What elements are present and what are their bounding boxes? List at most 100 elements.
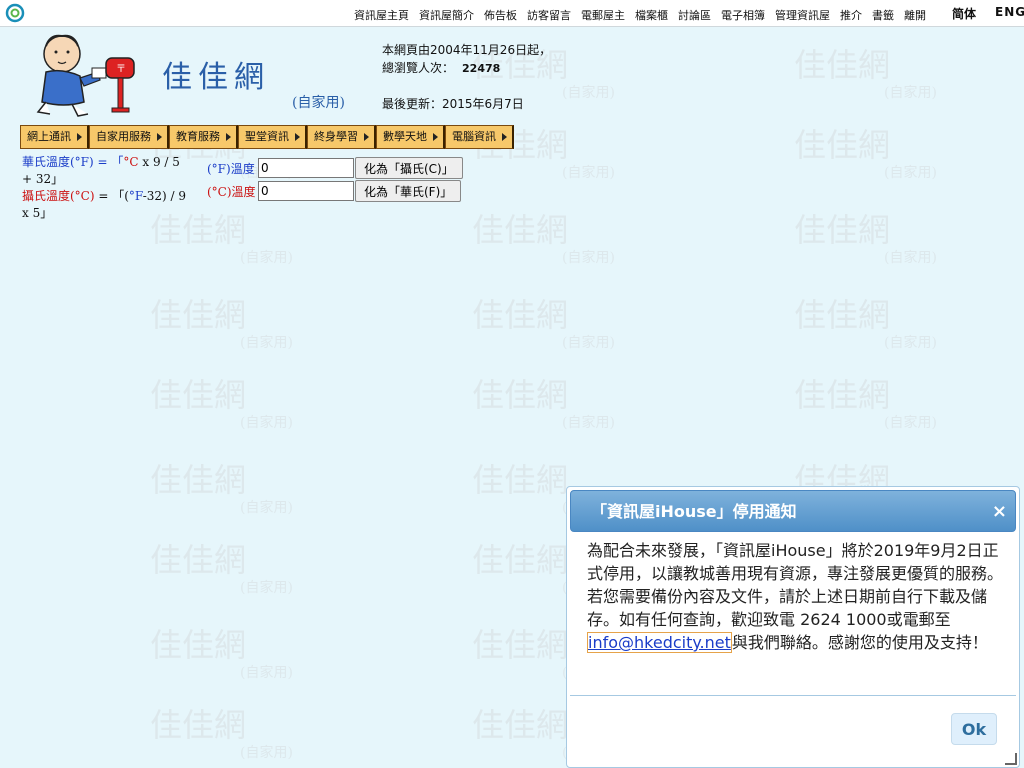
- top-bar: 資訊屋主頁 資訊屋簡介 佈告板 訪客留言 電郵屋主 檔案櫃 討論區 電子相簿 管…: [0, 0, 1024, 27]
- f-label-unit: (°F): [207, 162, 231, 176]
- watermark-logo: 佳佳網(自家用): [472, 370, 615, 432]
- fahrenheit-formula: 華氏溫度(°F) = 「°C x 9 / 5 + 32」: [22, 154, 192, 188]
- watermark-text: 佳佳網: [150, 296, 247, 334]
- watermark-logo: 佳佳網(自家用): [794, 205, 937, 267]
- watermark-logo: 佳佳網(自家用): [150, 455, 293, 517]
- c-formula-part-c: °F: [128, 189, 143, 203]
- watermark-sub: (自家用): [884, 250, 937, 266]
- watermark-text: 佳佳網: [150, 626, 247, 664]
- menu-item-computer[interactable]: 電腦資訊: [445, 125, 514, 149]
- celsius-input[interactable]: [258, 181, 354, 201]
- dialog-title: 「資訊屋iHouse」停用通知: [591, 502, 797, 521]
- since-text: 本網頁由2004年11月26日起，: [382, 43, 552, 57]
- to-fahrenheit-button[interactable]: 化為「華氏(F)」: [355, 180, 462, 202]
- f-formula-part-a: 華氏溫度(°F) = 「: [22, 155, 124, 169]
- top-link-email-owner[interactable]: 電郵屋主: [581, 7, 625, 23]
- top-links: 資訊屋主頁 資訊屋簡介 佈告板 訪客留言 電郵屋主 檔案櫃 討論區 電子相簿 管…: [354, 7, 926, 23]
- menu-item-lifelong-learning[interactable]: 終身學習: [307, 125, 376, 149]
- fahrenheit-label: (°F)溫度: [207, 160, 255, 177]
- watermark-logo: 佳佳網(自家用): [794, 40, 937, 102]
- watermark-sub: (自家用): [562, 335, 615, 351]
- watermark-text: 佳佳網: [472, 461, 569, 499]
- edcity-logo-icon[interactable]: [4, 3, 26, 23]
- svg-text:〒: 〒: [116, 64, 126, 75]
- visits-label: 總瀏覽人次：: [382, 61, 455, 75]
- watermark-sub: (自家用): [240, 580, 293, 596]
- celsius-formula: 攝氏溫度(°C) = 「(°F-32) / 9 x 5」: [22, 188, 192, 222]
- watermark-sub: (自家用): [884, 165, 937, 181]
- watermark-logo: 佳佳網(自家用): [150, 535, 293, 597]
- fahrenheit-input[interactable]: [258, 158, 354, 178]
- top-link-home[interactable]: 資訊屋主頁: [354, 7, 409, 23]
- watermark-logo: 佳佳網(自家用): [472, 205, 615, 267]
- c-label-unit: (°C): [207, 185, 232, 199]
- top-link-bulletin[interactable]: 佈告板: [484, 7, 517, 23]
- main-menu: 網上通訊 自家用服務 教育服務 聖堂資訊 終身學習 數學天地 電腦資訊: [20, 125, 514, 149]
- watermark-text: 佳佳網: [150, 376, 247, 414]
- to-celsius-button[interactable]: 化為「攝氏(C)」: [355, 157, 463, 179]
- watermark-logo: 佳佳網(自家用): [150, 370, 293, 432]
- dialog-title-bar[interactable]: 「資訊屋iHouse」停用通知 ×: [570, 490, 1016, 532]
- c-label-text: 溫度: [231, 185, 256, 199]
- f-formula-part-b: °C: [123, 155, 139, 169]
- watermark-text: 佳佳網: [472, 706, 569, 744]
- watermark-logo: 佳佳網(自家用): [794, 120, 937, 182]
- top-link-recommend[interactable]: 推介: [840, 7, 862, 23]
- lang-english[interactable]: ENG: [995, 5, 1024, 19]
- watermark-text: 佳佳網: [794, 126, 891, 164]
- dialog-divider: [570, 695, 1016, 696]
- watermark-logo: 佳佳網(自家用): [150, 620, 293, 682]
- watermark-logo: 佳佳網(自家用): [794, 370, 937, 432]
- menu-item-online-comm[interactable]: 網上通訊: [20, 125, 89, 149]
- last-updated: 最後更新：2015年6月7日: [382, 97, 524, 111]
- watermark-logo: 佳佳網(自家用): [150, 700, 293, 762]
- menu-item-education[interactable]: 教育服務: [169, 125, 238, 149]
- watermark-text: 佳佳網: [472, 626, 569, 664]
- watermark-text: 佳佳網: [472, 541, 569, 579]
- resize-handle-icon[interactable]: [1005, 753, 1017, 765]
- top-link-forum[interactable]: 討論區: [678, 7, 711, 23]
- watermark-text: 佳佳網: [150, 461, 247, 499]
- watermark-text: 佳佳網: [794, 376, 891, 414]
- close-icon[interactable]: ×: [992, 491, 1007, 533]
- site-logo-text: 佳佳網: [162, 60, 270, 95]
- watermark-sub: (自家用): [884, 85, 937, 101]
- watermark-text: 佳佳網: [794, 296, 891, 334]
- watermark-sub: (自家用): [240, 335, 293, 351]
- watermark-logo: 佳佳網(自家用): [472, 290, 615, 352]
- watermark-logo: 佳佳網(自家用): [794, 290, 937, 352]
- top-link-intro[interactable]: 資訊屋簡介: [419, 7, 474, 23]
- dialog-message-after: 與我們聯絡。感謝您的使用及支持！: [731, 633, 988, 652]
- watermark-sub: (自家用): [240, 415, 293, 431]
- watermark-sub: (自家用): [562, 165, 615, 181]
- watermark-sub: (自家用): [562, 85, 615, 101]
- top-link-bookmarks[interactable]: 書籤: [872, 7, 894, 23]
- ok-button[interactable]: Ok: [951, 713, 997, 745]
- lang-simplified[interactable]: 简体: [952, 5, 976, 22]
- watermark-text: 佳佳網: [150, 541, 247, 579]
- mascot-mailbox-icon: 〒: [36, 34, 135, 117]
- watermark-text: 佳佳網: [472, 376, 569, 414]
- top-link-manage[interactable]: 管理資訊屋: [775, 7, 830, 23]
- c-formula-part-a: 攝氏溫度(°C): [22, 189, 95, 203]
- dialog-message-before: 為配合未來發展，「資訊屋iHouse」將於2019年9月2日正式停用，以讓教城善…: [587, 541, 1004, 629]
- shutdown-notice-dialog: 「資訊屋iHouse」停用通知 × 為配合未來發展，「資訊屋iHouse」將於2…: [566, 486, 1020, 768]
- menu-item-math[interactable]: 數學天地: [376, 125, 445, 149]
- top-link-guestbook[interactable]: 訪客留言: [527, 7, 571, 23]
- site-logo-sub: (自家用): [292, 95, 345, 111]
- watermark-sub: (自家用): [884, 335, 937, 351]
- dialog-message: 為配合未來發展，「資訊屋iHouse」將於2019年9月2日正式停用，以讓教城善…: [587, 539, 1005, 654]
- top-link-exit[interactable]: 離開: [904, 7, 926, 23]
- top-link-files[interactable]: 檔案櫃: [635, 7, 668, 23]
- c-formula-part-b: = 「(: [94, 189, 129, 203]
- watermark-sub: (自家用): [240, 250, 293, 266]
- watermark-text: 佳佳網: [794, 211, 891, 249]
- watermark-sub: (自家用): [562, 250, 615, 266]
- watermark-sub: (自家用): [240, 500, 293, 516]
- menu-item-home-services[interactable]: 自家用服務: [89, 125, 169, 149]
- watermark-logo: 佳佳網(自家用): [150, 290, 293, 352]
- email-link[interactable]: info@hkedcity.net: [587, 632, 732, 653]
- top-link-album[interactable]: 電子相簿: [721, 7, 765, 23]
- menu-item-church[interactable]: 聖堂資訊: [238, 125, 307, 149]
- watermark-sub: (自家用): [562, 415, 615, 431]
